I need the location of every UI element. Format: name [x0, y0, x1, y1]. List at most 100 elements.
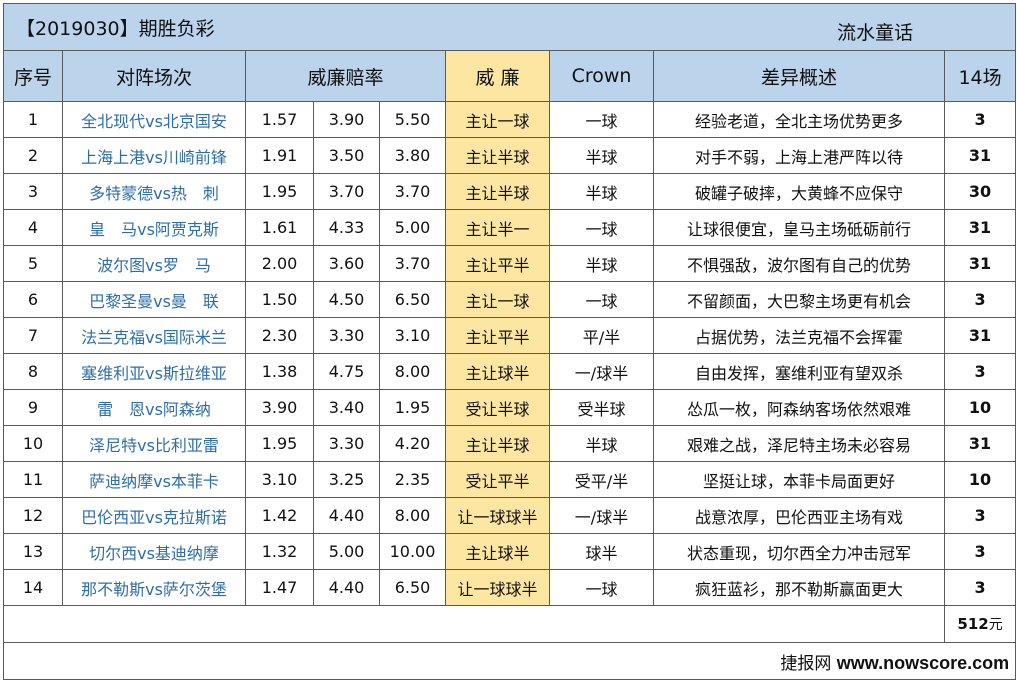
cell-odds-home: 1.95	[245, 173, 314, 210]
cell-crown: 半球	[549, 425, 654, 462]
cell-pick: 31	[943, 137, 1017, 174]
cell-odds-away: 10.00	[379, 533, 446, 570]
total-cost-cell: 512元	[943, 605, 1017, 643]
cell-odds-home: 1.38	[245, 353, 314, 390]
cell-odds-draw: 4.75	[313, 353, 380, 390]
cell-crown: 一球	[549, 101, 654, 138]
cell-analysis: 占据优势，法兰克福不会挥霍	[653, 317, 945, 354]
cell-odds-draw: 4.40	[313, 569, 380, 606]
cell-handicap: 主让一球	[445, 281, 550, 318]
cell-match: 全北现代vs北京国安	[62, 101, 246, 138]
lottery-table: 【2019030】期胜负彩 流水童话 序号 对阵场次 威廉赔率 威 廉 Crow…	[2, 3, 1017, 680]
cell-no: 12	[3, 497, 63, 534]
cell-crown: 一球	[549, 209, 654, 246]
table-row: 9雷 恩vs阿森纳 3.90 3.40 1.95 受让半球 受半球 怂瓜一枚，阿森纳客场依然…	[3, 389, 1017, 426]
cell-odds-home: 1.47	[245, 569, 314, 606]
cell-no: 11	[3, 461, 63, 498]
cell-crown: 球半	[549, 533, 654, 570]
cell-odds-away: 3.10	[379, 317, 446, 354]
table-row: 12 巴伦西亚vs克拉斯诺 1.42 4.40 8.00 让一球球半 一/球半 战意浓厚，巴伦…	[3, 497, 1017, 534]
total-cost-value: 512	[957, 615, 989, 633]
cell-no: 2	[3, 137, 63, 174]
column-header-row: 序号 对阵场次 威廉赔率 威 廉 Crown 差异概述 14场	[3, 50, 1017, 102]
total-spacer	[3, 605, 945, 643]
cell-match: 巴伦西亚vs克拉斯诺	[62, 497, 246, 534]
cell-no: 14	[3, 569, 63, 606]
cell-handicap: 主让平半	[445, 245, 550, 282]
cell-no: 4	[3, 209, 63, 246]
cell-odds-draw: 4.50	[313, 281, 380, 318]
cell-match: 泽尼特vs比利亚雷	[62, 425, 246, 462]
cell-match: 皇 马vs阿贾克斯	[62, 209, 246, 246]
total-cost-unit: 元	[988, 617, 1003, 633]
cell-handicap: 受让平半	[445, 461, 550, 498]
cell-odds-home: 2.30	[245, 317, 314, 354]
cell-crown: 平/半	[549, 317, 654, 354]
table-row: 1 全北现代vs北京国安 1.57 3.90 5.50 主让一球 一球 经验老道，全北主场优势…	[3, 101, 1017, 138]
cell-odds-draw: 4.40	[313, 497, 380, 534]
cell-handicap: 让一球球半	[445, 497, 550, 534]
cell-analysis: 对手不弱，上海上港严阵以待	[653, 137, 945, 174]
cell-pick: 3	[943, 569, 1017, 606]
cell-match: 萨迪纳摩vs本菲卡	[62, 461, 246, 498]
cell-analysis: 状态重现，切尔西全力冲击冠军	[653, 533, 945, 570]
cell-odds-away: 6.50	[379, 281, 446, 318]
author-name: 流水童话	[837, 22, 914, 44]
cell-handicap: 主让一球	[445, 101, 550, 138]
cell-pick: 31	[943, 209, 1017, 246]
col-header-no: 序号	[3, 50, 63, 102]
col-header-match: 对阵场次	[62, 50, 246, 102]
cell-odds-away: 2.35	[379, 461, 446, 498]
cell-odds-home: 1.32	[245, 533, 314, 570]
cell-analysis: 经验老道，全北主场优势更多	[653, 101, 945, 138]
footer-cell: 捷报网 www.nowscore.com	[2, 642, 1017, 680]
cell-no: 3	[3, 173, 63, 210]
cell-odds-home: 3.10	[245, 461, 314, 498]
cell-analysis: 破罐子破摔，大黄蜂不应保守	[653, 173, 945, 210]
col-header-crown: Crown	[549, 50, 654, 102]
cell-match: 法兰克福vs国际米兰	[62, 317, 246, 354]
cell-odds-home: 3.90	[245, 389, 314, 426]
cell-no: 13	[3, 533, 63, 570]
cell-odds-home: 1.57	[245, 101, 314, 138]
footer-row: 捷报网 www.nowscore.com	[2, 642, 1017, 680]
cell-odds-draw: 3.90	[313, 101, 380, 138]
cell-analysis: 战意浓厚，巴伦西亚主场有戏	[653, 497, 945, 534]
cell-odds-draw: 3.40	[313, 389, 380, 426]
cell-handicap: 让一球球半	[445, 569, 550, 606]
cell-pick: 31	[943, 245, 1017, 282]
cell-crown: 受平/半	[549, 461, 654, 498]
cell-odds-away: 6.50	[379, 569, 446, 606]
cell-odds-home: 1.50	[245, 281, 314, 318]
col-header-handicap: 威 廉	[445, 50, 550, 102]
table-row: 4皇 马vs阿贾克斯 1.61 4.33 5.00 主让半一 一球 让球很便宜，皇马主场砥砺…	[3, 209, 1017, 246]
cell-odds-away: 3.70	[379, 245, 446, 282]
footer-site-link[interactable]: www.nowscore.com	[837, 653, 1009, 673]
cell-no: 6	[3, 281, 63, 318]
cell-crown: 一球	[549, 281, 654, 318]
cell-handicap: 主让半球	[445, 137, 550, 174]
cell-match: 切尔西vs基迪纳摩	[62, 533, 246, 570]
cell-pick: 3	[943, 533, 1017, 570]
cell-crown: 受半球	[549, 389, 654, 426]
table-row: 2 上海上港vs川崎前锋 1.91 3.50 3.80 主让半球 半球 对手不弱，上海上港严阵…	[3, 137, 1017, 174]
cell-handicap: 受让半球	[445, 389, 550, 426]
table-row: 6 巴黎圣曼vs曼 联 1.50 4.50 6.50 主让一球 一球 不留颜面，大巴黎主场更有…	[3, 281, 1017, 318]
table-row: 10 泽尼特vs比利亚雷 1.95 3.30 4.20 主让半球 半球 艰难之战，泽尼特主场未…	[3, 425, 1017, 462]
table-row: 7 法兰克福vs国际米兰 2.30 3.30 3.10 主让平半 平/半 占据优势，法兰克福不…	[3, 317, 1017, 354]
cell-handicap: 主让球半	[445, 533, 550, 570]
cell-crown: 一/球半	[549, 353, 654, 390]
cell-crown: 半球	[549, 245, 654, 282]
cell-odds-draw: 3.30	[313, 425, 380, 462]
cell-odds-away: 5.00	[379, 209, 446, 246]
cell-no: 5	[3, 245, 63, 282]
cell-odds-away: 8.00	[379, 353, 446, 390]
cell-analysis: 不惧强敌，波尔图有自己的优势	[653, 245, 945, 282]
table-row: 8 塞维利亚vs斯拉维亚 1.38 4.75 8.00 主让球半 一/球半 自由发挥，塞维利亚…	[3, 353, 1017, 390]
table-row: 5 波尔图vs罗 马 2.00 3.60 3.70 主让平半 半球 不惧强敌，波尔图有自己的优…	[3, 245, 1017, 282]
cell-odds-away: 8.00	[379, 497, 446, 534]
table-row: 14 那不勒斯vs萨尔茨堡 1.47 4.40 6.50 让一球球半 一球 疯狂蓝衫，那不勒斯…	[3, 569, 1017, 606]
cell-odds-draw: 3.30	[313, 317, 380, 354]
total-row: 512元	[3, 605, 1017, 643]
cell-odds-home: 2.00	[245, 245, 314, 282]
